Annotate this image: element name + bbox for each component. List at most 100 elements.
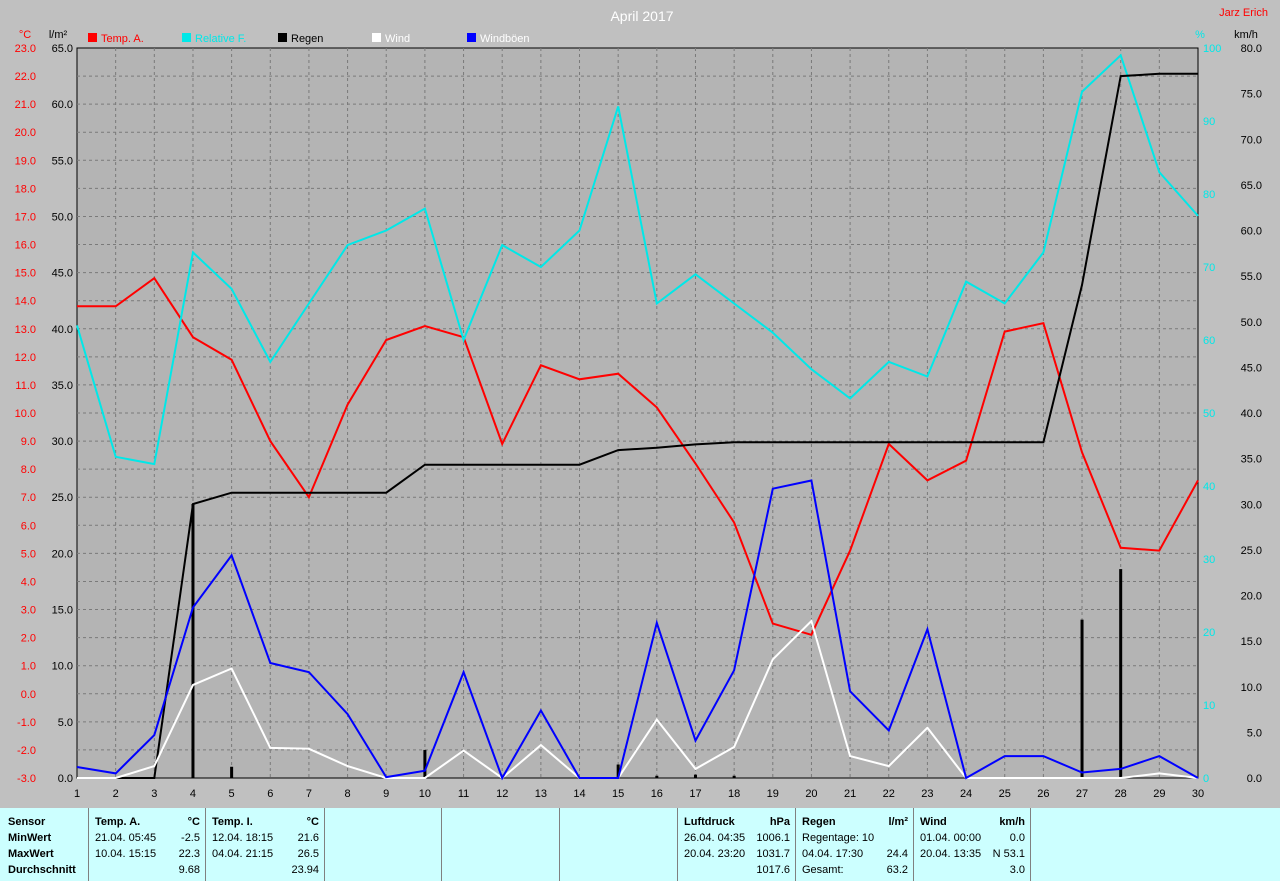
temp-tick-label: 2.0 bbox=[21, 633, 36, 645]
wind-max-val: N 53.1 bbox=[992, 848, 1025, 860]
rain-tick-label: 0.0 bbox=[58, 773, 73, 785]
x-tick-label: 11 bbox=[458, 788, 469, 800]
stats-empty-1 bbox=[324, 808, 442, 881]
temp-tick-label: 5.0 bbox=[21, 548, 36, 560]
chart-title: April 2017 bbox=[610, 8, 673, 24]
temp-tick-label: 17.0 bbox=[15, 211, 36, 223]
legend-swatch bbox=[467, 33, 476, 42]
rain-tick-label: 40.0 bbox=[52, 324, 73, 336]
rain-tick-label: 45.0 bbox=[52, 268, 73, 280]
x-tick-label: 17 bbox=[689, 788, 701, 800]
pressure-max-when: 20.04. 23:20 bbox=[684, 848, 746, 860]
humidity-axis-unit: % bbox=[1195, 29, 1205, 41]
x-tick-label: 18 bbox=[728, 788, 740, 800]
rain-bar bbox=[423, 749, 427, 778]
x-tick-label: 1 bbox=[74, 788, 80, 800]
x-tick-label: 14 bbox=[573, 788, 585, 800]
x-tick-label: 27 bbox=[1076, 788, 1088, 800]
stats-pressure: Luftdruck hPa 26.04. 04:35 1006.1 20.04. 2… bbox=[677, 808, 796, 881]
author-label: Jarz Erich bbox=[1219, 7, 1268, 19]
rain-bar bbox=[1119, 569, 1123, 778]
x-tick-label: 12 bbox=[496, 788, 508, 800]
pressure-max-val: 1031.7 bbox=[756, 848, 790, 860]
pressure-title: Luftdruck bbox=[684, 816, 735, 828]
temp-i-title: Temp. I. bbox=[212, 816, 253, 828]
pressure-unit: hPa bbox=[769, 816, 790, 828]
x-tick-label: 20 bbox=[805, 788, 817, 800]
label-avg: Durchschnitt bbox=[8, 864, 76, 876]
x-tick-label: 23 bbox=[921, 788, 933, 800]
wind-tick-label: 40.0 bbox=[1241, 408, 1262, 420]
x-tick-label: 21 bbox=[844, 788, 856, 800]
x-tick-label: 29 bbox=[1153, 788, 1165, 800]
wind-min-when: 01.04. 00:00 bbox=[920, 832, 982, 844]
legend-label: Temp. A. bbox=[101, 33, 144, 45]
x-tick-label: 25 bbox=[999, 788, 1011, 800]
wind-min-val: 0.0 bbox=[1009, 832, 1025, 844]
x-tick-label: 9 bbox=[383, 788, 389, 800]
x-tick-label: 8 bbox=[345, 788, 351, 800]
stats-temp-outdoor: Temp. A. °C 21.04. 05:45 -2.5 10.04. 15:15… bbox=[88, 808, 206, 881]
wind-tick-label: 65.0 bbox=[1241, 180, 1262, 192]
rain-unit: l/m² bbox=[888, 816, 908, 828]
rain-tick-label: 35.0 bbox=[52, 380, 73, 392]
legend-swatch bbox=[278, 33, 287, 42]
temp-tick-label: 0.0 bbox=[21, 689, 36, 701]
temp-i-max-when: 04.04. 21:15 bbox=[212, 848, 274, 860]
stats-rain: Regen l/m² Regentage: 10 04.04. 17:30 24.4… bbox=[795, 808, 914, 881]
temp-tick-label: 1.0 bbox=[21, 661, 36, 673]
rain-max-when: 04.04. 17:30 bbox=[802, 848, 864, 860]
wind-max-when: 20.04. 13:35 bbox=[920, 848, 982, 860]
temp-tick-label: 19.0 bbox=[15, 155, 36, 167]
temp-tick-label: 13.0 bbox=[15, 324, 36, 336]
temp-a-max-val: 22.3 bbox=[178, 848, 200, 860]
temp-tick-label: -3.0 bbox=[17, 773, 36, 785]
label-max: MaxWert bbox=[8, 848, 54, 860]
x-tick-label: 6 bbox=[267, 788, 273, 800]
statistics-panel: Sensor MinWert MaxWert Durchschnitt Temp… bbox=[0, 808, 1280, 881]
legend-label: Relative F. bbox=[195, 33, 246, 45]
temp-a-title: Temp. A. bbox=[95, 816, 141, 828]
wind-avg: 3.0 bbox=[1009, 864, 1025, 876]
temp-i-min-when: 12.04. 18:15 bbox=[212, 832, 274, 844]
humidity-tick-label: 80 bbox=[1203, 189, 1215, 201]
rain-bar bbox=[230, 766, 234, 778]
rain-tick-label: 50.0 bbox=[52, 211, 73, 223]
x-tick-label: 13 bbox=[535, 788, 547, 800]
rain-bar bbox=[1080, 619, 1084, 778]
rain-days: Regentage: 10 bbox=[802, 832, 875, 844]
wind-axis-unit: km/h bbox=[1234, 29, 1258, 41]
wind-tick-label: 20.0 bbox=[1241, 591, 1262, 603]
temp-tick-label: 6.0 bbox=[21, 520, 36, 532]
rain-bar bbox=[655, 775, 659, 778]
temp-tick-label: -1.0 bbox=[17, 717, 36, 729]
wind-tick-label: 55.0 bbox=[1241, 271, 1262, 283]
wind-title: Wind bbox=[920, 816, 947, 828]
legend-label: Wind bbox=[385, 33, 410, 45]
temp-tick-label: 9.0 bbox=[21, 436, 36, 448]
temp-tick-label: 20.0 bbox=[15, 127, 36, 139]
stats-temp-indoor: Temp. I. °C 12.04. 18:15 21.6 04.04. 21:15… bbox=[205, 808, 325, 881]
stats-empty-2 bbox=[441, 808, 560, 881]
humidity-tick-label: 30 bbox=[1203, 554, 1215, 566]
temp-a-unit: °C bbox=[187, 816, 200, 828]
rain-tick-label: 20.0 bbox=[52, 548, 73, 560]
temp-axis-unit: °C bbox=[19, 29, 31, 41]
humidity-tick-label: 70 bbox=[1203, 262, 1215, 274]
pressure-min-val: 1006.1 bbox=[756, 832, 790, 844]
legend-swatch bbox=[182, 33, 191, 42]
temp-tick-label: 10.0 bbox=[15, 408, 36, 420]
stats-labels: Sensor MinWert MaxWert Durchschnitt bbox=[0, 808, 88, 881]
wind-unit: km/h bbox=[999, 816, 1025, 828]
wind-tick-label: 75.0 bbox=[1241, 89, 1262, 101]
humidity-tick-label: 40 bbox=[1203, 481, 1215, 493]
x-tick-label: 26 bbox=[1037, 788, 1049, 800]
wind-tick-label: 15.0 bbox=[1241, 636, 1262, 648]
humidity-tick-label: 90 bbox=[1203, 116, 1215, 128]
wind-tick-label: 70.0 bbox=[1241, 134, 1262, 146]
x-tick-label: 19 bbox=[767, 788, 779, 800]
temp-tick-label: 18.0 bbox=[15, 183, 36, 195]
x-tick-label: 15 bbox=[612, 788, 624, 800]
x-tick-label: 4 bbox=[190, 788, 196, 800]
rain-tick-label: 5.0 bbox=[58, 717, 73, 729]
